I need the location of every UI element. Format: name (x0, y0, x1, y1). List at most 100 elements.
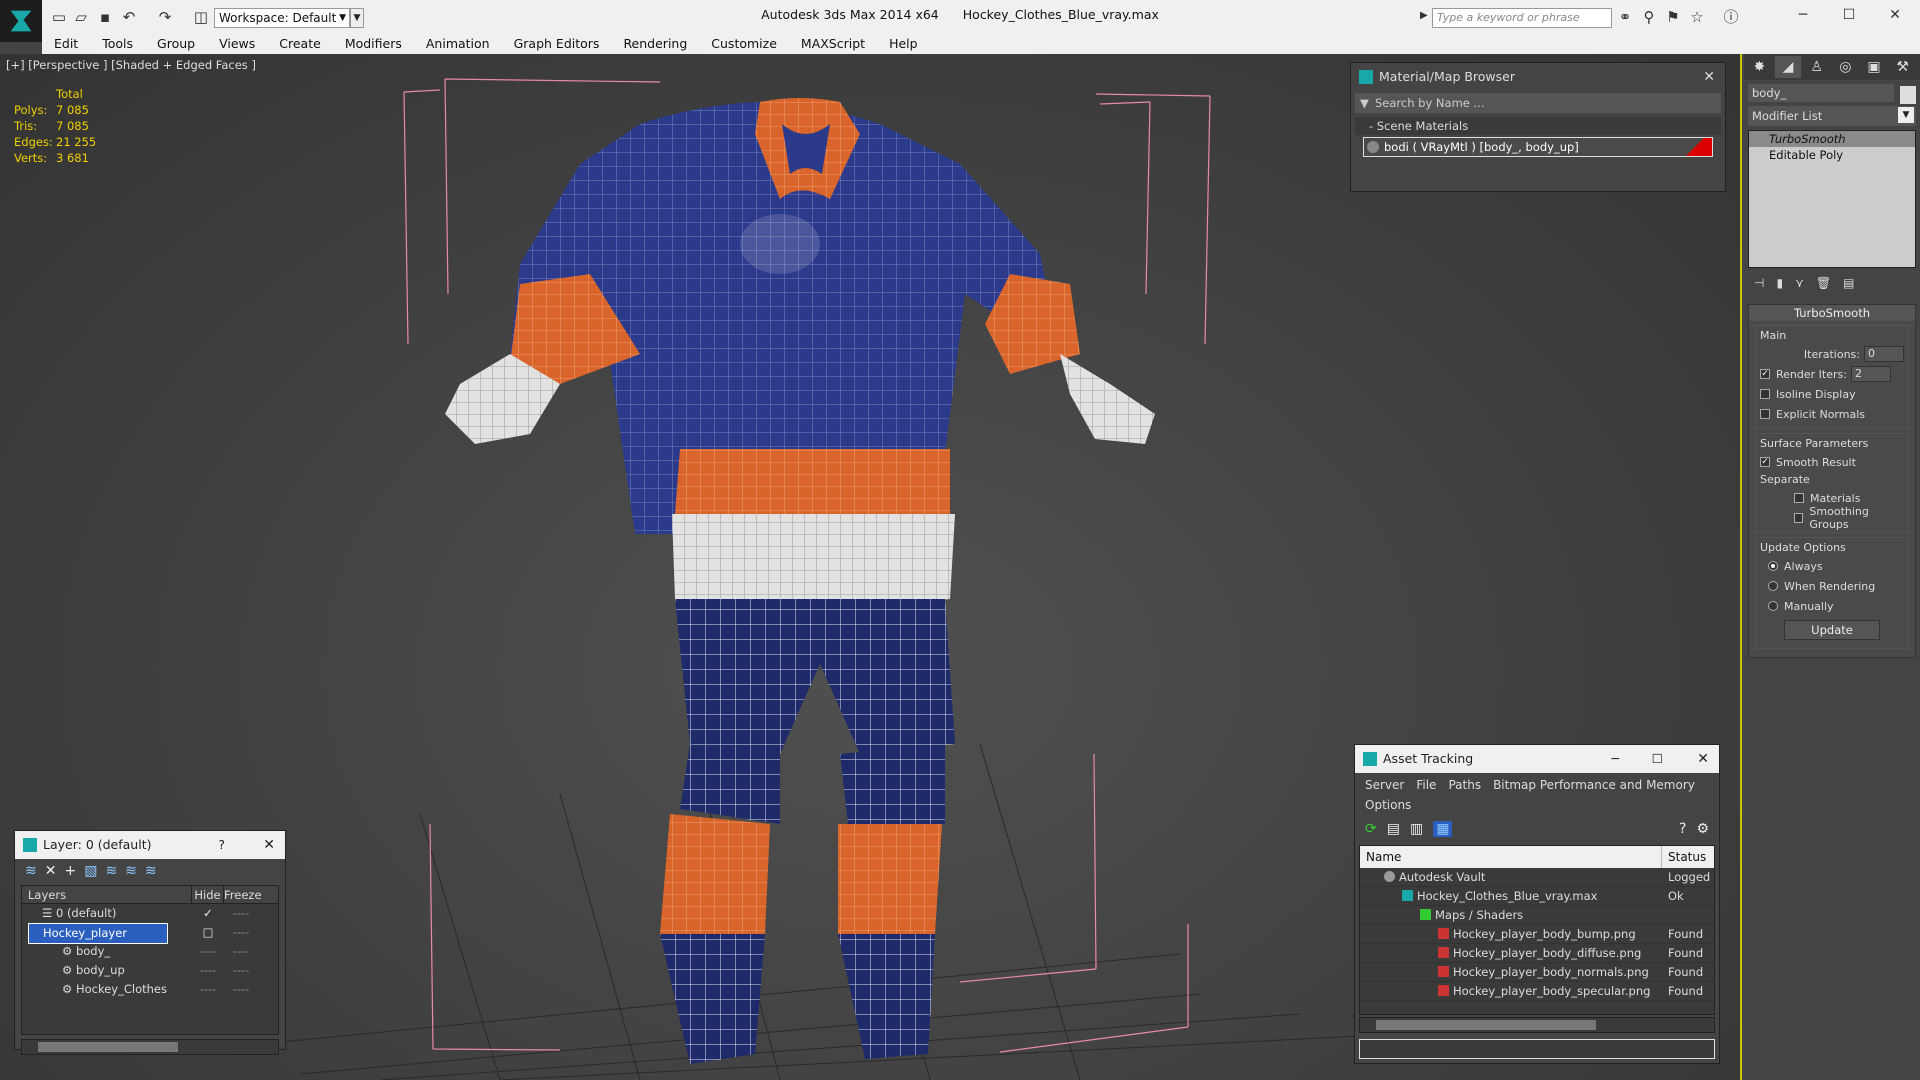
tree-view-icon[interactable]: ▥ (1410, 821, 1423, 837)
list-view-icon[interactable]: ▤ (1387, 821, 1400, 837)
freeze-all-layers-icon[interactable]: ≋ (145, 863, 157, 879)
display-tab-icon[interactable]: ▣ (1861, 56, 1888, 78)
material-browser-titlebar[interactable]: Material/Map Browser ✕ (1351, 63, 1725, 91)
communication-icon[interactable]: ⚑ (1664, 8, 1682, 26)
iterations-spinner[interactable]: 0 (1864, 346, 1904, 362)
col-hide[interactable]: Hide (192, 886, 224, 903)
asset-row[interactable]: Hockey_player_body_bump.png Found (1360, 925, 1714, 944)
redo-icon[interactable]: ↷ (156, 8, 174, 26)
asset-path-field[interactable] (1359, 1039, 1715, 1059)
object-color-swatch[interactable] (1900, 86, 1916, 104)
isoline-display-checkbox[interactable] (1760, 389, 1770, 399)
project-folder-icon[interactable]: ◫ (192, 8, 210, 26)
explicit-normals-checkbox[interactable] (1760, 409, 1770, 419)
col-name[interactable]: Name (1360, 846, 1662, 868)
layer-row[interactable]: ⚙ Hockey_Clothes ---- ---- (22, 980, 278, 999)
quick-access-dropdown[interactable]: ▼ (350, 8, 364, 28)
material-item-bodi[interactable]: bodi ( VRayMtl ) [body_, body_up] (1363, 137, 1713, 157)
show-end-result-icon[interactable]: ▮ (1776, 276, 1783, 294)
scene-materials-group[interactable]: - Scene Materials (1355, 117, 1721, 135)
open-file-icon[interactable]: ▱ (72, 8, 90, 26)
freeze-toggle[interactable]: ---- (224, 980, 258, 999)
help-icon[interactable]: ⓘ (1722, 8, 1740, 26)
help-icon[interactable]: ? (218, 831, 225, 859)
menu-edit[interactable]: Edit (42, 34, 90, 54)
asset-row[interactable]: Autodesk Vault Logged O (1360, 868, 1714, 887)
binoculars-icon[interactable]: ⚭ (1616, 8, 1634, 26)
turbosmooth-rollout-header[interactable]: TurboSmooth (1749, 305, 1915, 321)
hide-toggle[interactable]: ✓ (192, 904, 224, 923)
object-name-field[interactable]: body_ (1748, 84, 1894, 102)
hide-toggle[interactable]: □ (192, 923, 224, 942)
utilities-tab-icon[interactable]: ⚒ (1889, 56, 1916, 78)
asset-row[interactable]: Hockey_player_body_specular.png Found (1360, 982, 1714, 1001)
menu-tools[interactable]: Tools (90, 34, 145, 54)
favorites-star-icon[interactable]: ☆ (1688, 8, 1706, 26)
col-layers[interactable]: Layers (22, 886, 192, 903)
modify-tab-icon[interactable]: ◢ (1774, 56, 1802, 78)
create-tab-icon[interactable]: ✸ (1746, 56, 1773, 78)
menu-maxscript[interactable]: MAXScript (789, 34, 877, 54)
pin-stack-icon[interactable]: ⊣ (1754, 276, 1764, 294)
undo-icon[interactable]: ↶ (120, 8, 138, 26)
menu-graph-editors[interactable]: Graph Editors (502, 34, 612, 54)
new-layer-icon[interactable]: ≋ (25, 863, 37, 879)
make-unique-icon[interactable]: ⋎ (1795, 276, 1804, 294)
asset-row[interactable]: Hockey_player_body_normals.png Found (1360, 963, 1714, 982)
help-icon[interactable]: ? (1679, 821, 1686, 837)
minimize-button[interactable]: ─ (1780, 0, 1826, 30)
col-freeze[interactable]: Freeze (224, 886, 262, 903)
menu-help[interactable]: Help (877, 34, 930, 54)
delete-layer-icon[interactable]: ✕ (45, 863, 57, 879)
refresh-icon[interactable]: ⟳ (1365, 821, 1377, 837)
scrollbar-thumb[interactable] (38, 1042, 178, 1052)
menu-bitmap-performance[interactable]: Bitmap Performance and Memory (1487, 775, 1701, 795)
expand-arrow-icon[interactable]: ▶ (1420, 10, 1428, 21)
key-icon[interactable]: ⚲ (1640, 8, 1658, 26)
minimize-icon[interactable]: ─ (1611, 745, 1619, 773)
stack-item-editable-poly[interactable]: Editable Poly (1749, 147, 1915, 163)
stack-item-turbosmooth[interactable]: TurboSmooth (1749, 131, 1915, 147)
vault-settings-icon[interactable]: ⚙ (1696, 821, 1709, 837)
menu-views[interactable]: Views (207, 34, 267, 54)
material-search-input[interactable]: ▼ Search by Name ... (1355, 93, 1721, 113)
asset-row[interactable]: Hockey_Clothes_Blue_vray.max Ok (1360, 887, 1714, 906)
col-status[interactable]: Status (1662, 846, 1706, 868)
viewport-label[interactable]: [+] [Perspective ] [Shaded + Edged Faces… (6, 58, 256, 72)
layer-row[interactable]: Hockey_player □ ---- (22, 923, 278, 944)
scrollbar-thumb[interactable] (1376, 1020, 1596, 1030)
asset-row[interactable]: Hockey_player_body_diffuse.png Found (1360, 944, 1714, 963)
menu-paths[interactable]: Paths (1442, 775, 1487, 795)
menu-modifiers[interactable]: Modifiers (333, 34, 414, 54)
asset-tracking-titlebar[interactable]: Asset Tracking ─ ☐ ✕ (1355, 745, 1719, 773)
close-icon[interactable]: ✕ (263, 831, 275, 859)
smooth-result-checkbox[interactable]: ✓ (1760, 457, 1770, 467)
hide-all-layers-icon[interactable]: ≋ (125, 863, 137, 879)
close-button[interactable]: ✕ (1872, 0, 1918, 30)
search-input[interactable]: Type a keyword or phrase (1432, 8, 1612, 28)
menu-customize[interactable]: Customize (699, 34, 789, 54)
menu-create[interactable]: Create (267, 34, 333, 54)
hide-toggle[interactable]: ---- (192, 980, 224, 999)
menu-group[interactable]: Group (145, 34, 207, 54)
asset-horizontal-scrollbar[interactable] (1359, 1017, 1715, 1033)
hide-toggle[interactable]: ---- (192, 942, 224, 961)
freeze-toggle[interactable]: ---- (224, 923, 258, 942)
freeze-toggle[interactable]: ---- (224, 904, 258, 923)
render-iters-spinner[interactable]: 2 (1850, 366, 1891, 382)
highlight-layer-icon[interactable]: ≋ (105, 863, 117, 879)
maximize-icon[interactable]: ☐ (1652, 745, 1663, 773)
maximize-button[interactable]: ☐ (1826, 0, 1872, 30)
select-objects-icon[interactable]: ▧ (84, 863, 97, 879)
materials-checkbox[interactable] (1794, 493, 1804, 503)
close-icon[interactable]: ✕ (1697, 745, 1709, 773)
update-button[interactable]: Update (1784, 620, 1880, 640)
workspace-select[interactable]: Workspace: Default ▼ (214, 8, 350, 28)
hide-toggle[interactable]: ---- (192, 961, 224, 980)
close-icon[interactable]: ✕ (1703, 63, 1715, 91)
menu-animation[interactable]: Animation (414, 34, 502, 54)
layer-window-titlebar[interactable]: Layer: 0 (default) ? ✕ (15, 831, 285, 859)
modifier-list-dropdown[interactable]: Modifier List ▼ (1748, 106, 1916, 126)
layer-row[interactable]: ☰ 0 (default) ✓ ---- (22, 904, 278, 923)
save-icon[interactable]: ▪ (96, 8, 114, 26)
